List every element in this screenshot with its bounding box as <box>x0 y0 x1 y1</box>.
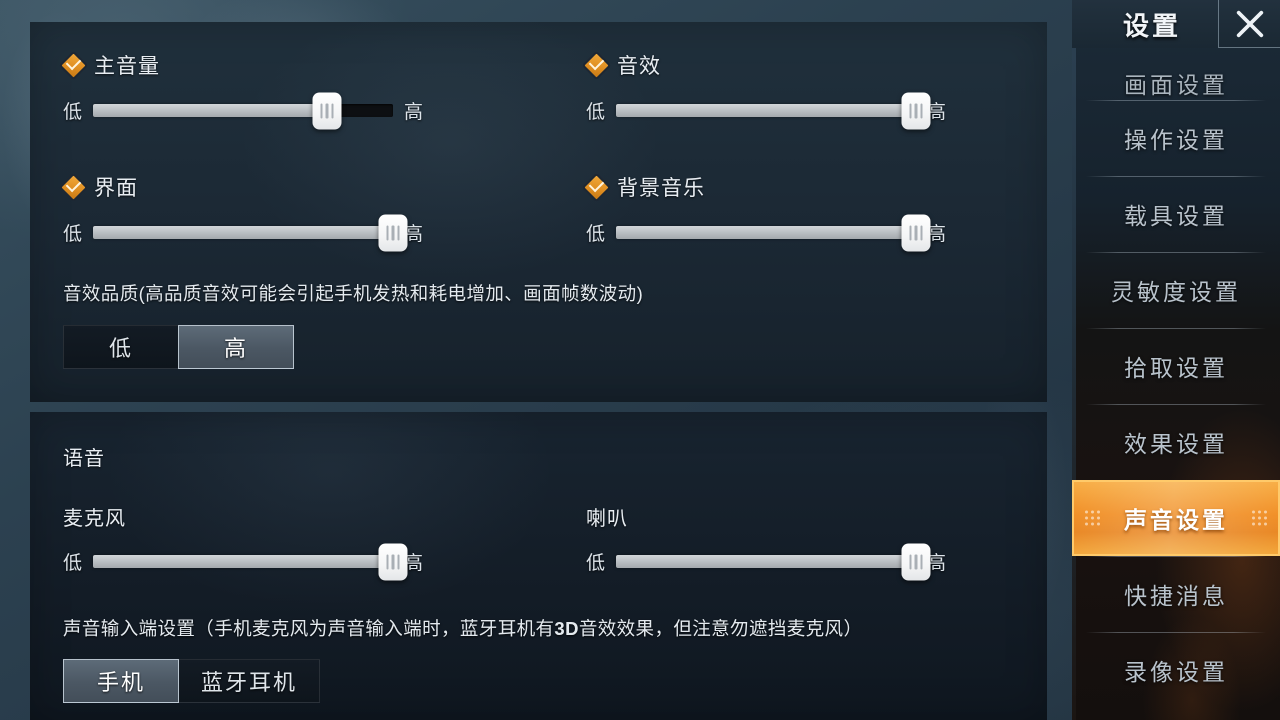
sidebar-item-vehicle-settings[interactable]: 载具设置 <box>1072 176 1280 252</box>
option-speaker: 喇叭 低 高 <box>586 502 946 580</box>
sidebar-item-sound-settings[interactable]: 声音设置 <box>1072 480 1280 556</box>
sound-effects-label-group: 音效 <box>581 50 946 80</box>
input-device-option-bluetooth-headset[interactable]: 蓝牙耳机 <box>178 659 321 703</box>
sidebar-selected-decoration-left <box>1085 510 1100 526</box>
input-device-note-part1: 声音输入端设置（手机麦克风为声音输入端时，蓝牙耳机有 <box>63 618 555 639</box>
settings-sidebar: 设置 画面设置 操作设置 载具设置 灵敏度设置 拾取设置 效果设置 声音设置 快… <box>1072 0 1280 720</box>
voice-section-title: 语音 <box>63 448 105 470</box>
sidebar-item-sensitivity-settings[interactable]: 灵敏度设置 <box>1072 252 1280 328</box>
input-device-note-part2: 音效效果，但注意勿遮挡麦克风） <box>578 618 863 639</box>
checked-diamond-icon[interactable] <box>58 172 89 202</box>
microphone-slider-track[interactable] <box>93 543 408 580</box>
background-music-slider-track[interactable] <box>616 214 931 251</box>
slider-fill <box>616 104 917 117</box>
background-music-label-group: 背景音乐 <box>581 172 946 202</box>
audio-quality-option-high[interactable]: 高 <box>178 325 294 369</box>
option-sound-effects: 音效 低 高 <box>581 50 946 129</box>
sidebar-item-pickup-settings[interactable]: 拾取设置 <box>1072 328 1280 404</box>
master-volume-label-group: 主音量 <box>58 50 423 80</box>
option-microphone: 麦克风 低 高 <box>63 502 423 580</box>
close-button[interactable] <box>1218 0 1280 48</box>
background-music-slider-thumb[interactable] <box>901 214 931 251</box>
audio-settings-panel: 主音量 低 高 音效 低 高 界面 低 高 背景音乐 低 高 音效品质(高品质音… <box>30 22 1047 402</box>
sidebar-item-effects-settings[interactable]: 效果设置 <box>1072 404 1280 480</box>
audio-quality-toggle: 低 高 <box>63 325 643 369</box>
slider-fill <box>93 555 394 568</box>
close-icon <box>1236 10 1263 37</box>
audio-quality-group: 音效品质(高品质音效可能会引起手机发热和耗电增加、画面帧数波动) 低 高 <box>63 280 643 369</box>
checked-diamond-icon[interactable] <box>581 50 612 80</box>
interface-label: 界面 <box>94 177 138 200</box>
option-master-volume: 主音量 低 高 <box>58 50 424 129</box>
input-device-option-phone[interactable]: 手机 <box>63 659 179 703</box>
input-device-toggle: 手机 蓝牙耳机 <box>63 659 862 703</box>
checked-diamond-icon[interactable] <box>58 50 89 80</box>
sound-effects-slider-row: 低 高 <box>586 92 946 129</box>
sidebar-item-recording-settings[interactable]: 录像设置 <box>1072 632 1280 708</box>
sidebar-nav-list: 画面设置 操作设置 载具设置 灵敏度设置 拾取设置 效果设置 声音设置 快捷消息… <box>1072 48 1280 708</box>
slider-low-label: 低 <box>586 224 606 245</box>
speaker-label: 喇叭 <box>586 508 628 530</box>
interface-label-group: 界面 <box>58 172 423 202</box>
sidebar-selected-decoration-right <box>1252 510 1267 526</box>
slider-fill <box>93 104 328 117</box>
slider-low-label: 低 <box>586 553 606 574</box>
sidebar-item-display-settings[interactable]: 画面设置 <box>1072 48 1280 100</box>
master-volume-slider-thumb[interactable] <box>312 92 342 129</box>
voice-section-title-row: 语音 <box>63 442 105 471</box>
slider-high-label: 高 <box>404 102 424 123</box>
input-device-note: 声音输入端设置（手机麦克风为声音输入端时，蓝牙耳机有3D音效效果，但注意勿遮挡麦… <box>63 615 862 641</box>
slider-fill <box>616 226 917 239</box>
slider-fill <box>616 555 917 568</box>
background-music-label: 背景音乐 <box>617 177 705 200</box>
sidebar-header: 设置 <box>1072 0 1280 48</box>
checked-diamond-icon[interactable] <box>581 172 612 202</box>
sidebar-item-control-settings[interactable]: 操作设置 <box>1072 100 1280 176</box>
option-background-music: 背景音乐 低 高 <box>581 172 946 251</box>
sound-effects-slider-thumb[interactable] <box>901 92 931 129</box>
microphone-slider-row: 低 高 <box>63 543 423 580</box>
input-device-group: 声音输入端设置（手机麦克风为声音输入端时，蓝牙耳机有3D音效效果，但注意勿遮挡麦… <box>63 615 862 703</box>
sound-effects-label: 音效 <box>617 55 661 78</box>
sound-effects-slider-track[interactable] <box>616 92 931 129</box>
master-volume-label: 主音量 <box>94 55 160 78</box>
audio-quality-note: 音效品质(高品质音效可能会引起手机发热和耗电增加、画面帧数波动) <box>63 283 644 304</box>
microphone-label: 麦克风 <box>63 508 126 530</box>
interface-slider-track[interactable] <box>93 214 408 251</box>
slider-fill <box>93 226 394 239</box>
master-volume-slider-row: 低 高 <box>63 92 424 129</box>
slider-low-label: 低 <box>63 224 83 245</box>
voice-settings-panel: 语音 麦克风 低 高 喇叭 低 高 声音输入端设置（手机麦克风为声音输入端时，蓝… <box>30 412 1047 720</box>
slider-low-label: 低 <box>63 102 83 123</box>
slider-low-label: 低 <box>63 553 83 574</box>
interface-slider-row: 低 高 <box>63 214 423 251</box>
speaker-slider-row: 低 高 <box>586 543 946 580</box>
audio-quality-option-low[interactable]: 低 <box>63 325 179 369</box>
speaker-slider-thumb[interactable] <box>901 543 931 580</box>
background-music-slider-row: 低 高 <box>586 214 946 251</box>
slider-low-label: 低 <box>586 102 606 123</box>
page-title: 设置 <box>1122 10 1181 41</box>
sidebar-item-label: 声音设置 <box>1124 507 1228 533</box>
sidebar-item-quick-messages[interactable]: 快捷消息 <box>1072 556 1280 632</box>
microphone-slider-thumb[interactable] <box>378 543 408 580</box>
settings-screen: 主音量 低 高 音效 低 高 界面 低 高 背景音乐 低 高 音效品质(高品质音… <box>0 0 1280 720</box>
speaker-slider-track[interactable] <box>616 543 931 580</box>
input-device-note-bold: 3D <box>554 618 579 639</box>
interface-slider-thumb[interactable] <box>378 214 408 251</box>
option-interface: 界面 低 高 <box>58 172 423 251</box>
master-volume-slider-track[interactable] <box>93 92 394 129</box>
